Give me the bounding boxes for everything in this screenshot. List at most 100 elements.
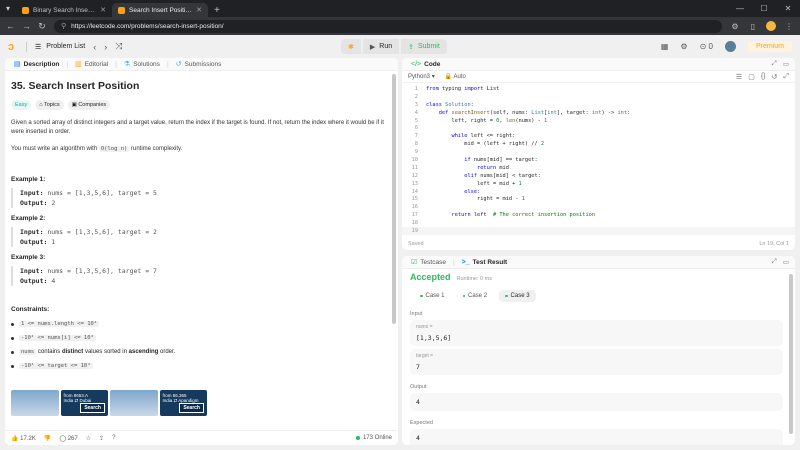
- expected-value: 4: [416, 434, 420, 442]
- line-number: 14: [411, 188, 418, 195]
- problem-title[interactable]: 35. Search Insert Position: [11, 80, 392, 92]
- input-value: nums = [1,3,5,6], target = 5: [43, 189, 157, 197]
- scrollbar[interactable]: [789, 274, 793, 434]
- reload-icon[interactable]: ↻: [38, 21, 46, 32]
- premium-button[interactable]: Premium: [747, 41, 792, 52]
- minimize-icon[interactable]: —: [728, 0, 752, 17]
- ad-banner[interactable]: from 8653.A India ⇄ Dubai Search from 66,3…: [11, 390, 207, 416]
- dislike-icon[interactable]: 👎: [44, 435, 51, 442]
- ad-search-button[interactable]: Search: [80, 403, 105, 413]
- expand-icon[interactable]: ⤢: [772, 60, 777, 68]
- code-line: 8 mid = (left + right) // 2: [402, 140, 795, 148]
- close-tab-icon[interactable]: ✕: [196, 6, 202, 14]
- upload-icon: ⇪: [408, 43, 414, 51]
- code-line: 12 elif nums[mid] < target:: [402, 172, 795, 180]
- input-value: nums = [1,3,5,6], target = 2: [43, 228, 157, 236]
- reset-icon[interactable]: ↺: [772, 73, 778, 81]
- close-tab-icon[interactable]: ✕: [100, 6, 106, 14]
- browser-tab-1[interactable]: Binary Search Insertion ✕: [16, 3, 112, 17]
- user-avatar[interactable]: [724, 41, 736, 52]
- text: values sorted in: [83, 349, 129, 355]
- accepted-label: Accepted: [410, 272, 451, 282]
- notes-icon[interactable]: ☰: [736, 73, 742, 81]
- list-item: 1 <= nums.length <= 10⁴: [11, 321, 392, 327]
- submit-label: Submit: [417, 43, 440, 50]
- maximize-icon[interactable]: ☐: [752, 0, 776, 17]
- expected-box: 4: [410, 429, 783, 445]
- tab-solutions[interactable]: ⚗ Solutions: [121, 60, 163, 69]
- input-label: Input:: [20, 228, 44, 236]
- url-input[interactable]: ⚲ https://leetcode.com/problems/search-i…: [54, 19, 722, 33]
- extensions-icon[interactable]: ⚙: [730, 22, 740, 31]
- code-editor[interactable]: 1 from typing import List 2 3 class Soluti…: [402, 85, 795, 235]
- settings-icon[interactable]: ⚙: [680, 42, 687, 51]
- layout-icon[interactable]: ▦: [661, 42, 669, 51]
- list-item: -10⁴ <= target <= 10⁴: [11, 363, 392, 369]
- line-number: 7: [414, 133, 418, 140]
- more-icon[interactable]: ▭: [783, 60, 789, 68]
- line-number: 5: [414, 117, 418, 124]
- checkbox-icon: ☑: [411, 259, 418, 266]
- tab-search-icon[interactable]: ▾: [0, 0, 16, 17]
- streak-icon[interactable]: ⊙ 0: [700, 42, 713, 51]
- star-icon[interactable]: ☆: [86, 435, 91, 442]
- forward-icon[interactable]: →: [22, 21, 31, 31]
- fullscreen-icon[interactable]: ⤢: [783, 73, 789, 81]
- sidepanel-icon[interactable]: ▯: [748, 22, 758, 31]
- input-target-box: target = 7: [410, 349, 783, 375]
- submit-button[interactable]: ⇪ Submit: [401, 39, 447, 54]
- close-window-icon[interactable]: ✕: [776, 0, 800, 17]
- book-icon: ▥: [75, 61, 82, 68]
- inline-code: nums: [19, 349, 37, 355]
- difficulty-badge: Easy: [11, 100, 32, 110]
- run-button[interactable]: ▶ Run: [362, 39, 400, 54]
- problem-statement: Given a sorted array of distinct integer…: [11, 120, 384, 135]
- line-number: 2: [414, 93, 418, 100]
- help-icon[interactable]: ?: [112, 435, 115, 441]
- tab-description[interactable]: ▤ Description: [11, 60, 62, 69]
- document-icon: ▤: [14, 61, 21, 68]
- input-section-label: Input: [410, 311, 423, 317]
- tab-test-result[interactable]: >_ Test Result: [459, 259, 511, 266]
- tab-editorial[interactable]: ▥ Editorial: [72, 60, 111, 69]
- output-value: 1: [47, 238, 56, 246]
- bookmark-icon[interactable]: ▢: [748, 73, 755, 81]
- case-tab-2[interactable]: Case 2: [457, 290, 494, 302]
- site-info-icon[interactable]: ⚲: [61, 22, 66, 30]
- tab-label: Submissions: [184, 60, 222, 68]
- code-line: 7 while left <= right:: [402, 132, 795, 140]
- autocomplete-toggle[interactable]: 🔒 Auto: [445, 73, 466, 80]
- constraint-4: -10⁴ <= target <= 10⁴: [19, 363, 93, 369]
- profile-avatar[interactable]: [766, 21, 776, 31]
- problem-list-button[interactable]: ☰ Problem List: [35, 43, 85, 51]
- prev-problem-icon[interactable]: ‹: [93, 42, 96, 52]
- ad-search-button[interactable]: Search: [179, 403, 204, 413]
- like-button[interactable]: 👍 17.2K: [11, 435, 36, 442]
- menu-icon[interactable]: ⋮: [784, 22, 794, 31]
- next-problem-icon[interactable]: ›: [104, 42, 107, 52]
- language-select[interactable]: Python3 ▾: [408, 73, 435, 80]
- text: contains: [36, 349, 62, 355]
- tab-submissions[interactable]: ↺ Submissions: [173, 60, 225, 69]
- debug-button[interactable]: ✱: [341, 39, 361, 54]
- topics-tag[interactable]: ⌂ Topics: [35, 100, 64, 110]
- tab-code[interactable]: </> Code: [408, 61, 443, 68]
- companies-tag[interactable]: ▣ Companies: [67, 100, 111, 110]
- list-item: -10⁴ <= nums[i] <= 10⁴: [11, 335, 392, 341]
- case-tab-1[interactable]: Case 1: [414, 290, 451, 302]
- share-icon[interactable]: ⇪: [99, 435, 104, 442]
- input-value: 7: [416, 363, 420, 371]
- collapse-icon[interactable]: ▭: [783, 258, 789, 266]
- back-icon[interactable]: ←: [6, 21, 15, 31]
- constraint-3: nums contains distinct values sorted in …: [19, 349, 175, 355]
- new-tab-icon[interactable]: +: [208, 3, 226, 17]
- leetcode-logo-icon[interactable]: ↄ: [8, 41, 18, 53]
- tab-testcase[interactable]: ☑ Testcase: [408, 258, 449, 267]
- scrollbar[interactable]: [392, 74, 396, 324]
- comments-button[interactable]: ◯ 267: [59, 435, 77, 442]
- braces-icon[interactable]: {}: [761, 73, 766, 81]
- shuffle-icon[interactable]: ⤨: [115, 41, 122, 52]
- case-tab-3[interactable]: Case 3: [499, 290, 536, 302]
- browser-tab-2[interactable]: Search Insert Position - LeetCo... ✕: [112, 3, 208, 17]
- expand-icon[interactable]: ⤢: [772, 258, 777, 266]
